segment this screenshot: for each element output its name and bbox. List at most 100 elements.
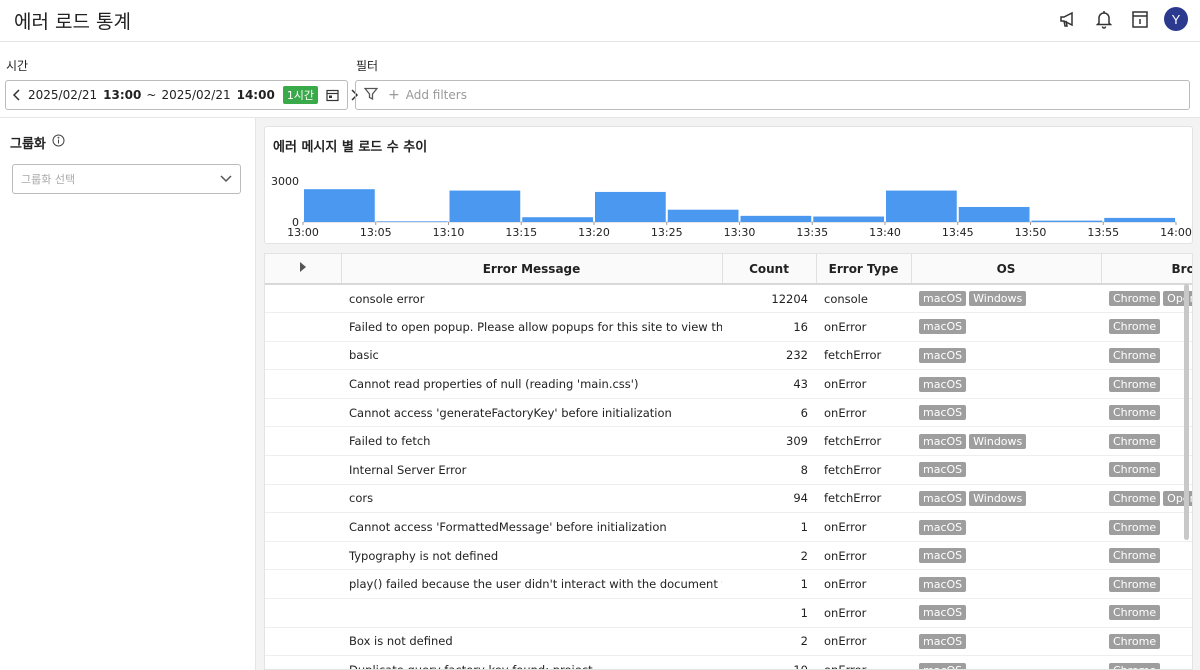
browser-chip: Chrome <box>1109 347 1161 363</box>
error-message-cell: Cannot access 'generateFactoryKey' befor… <box>341 398 722 428</box>
browser-chip: Chrome <box>1109 319 1161 335</box>
os-cell: macOS <box>911 598 1101 628</box>
error-type-cell: onError <box>816 541 911 571</box>
table-row[interactable]: 1 onError macOS Chrome <box>265 598 1192 628</box>
chevron-left-icon[interactable] <box>12 89 22 101</box>
x-tick-label: 13:10 <box>433 226 465 239</box>
filter-input[interactable] <box>405 88 706 102</box>
count-cell: 2 <box>722 627 816 657</box>
expand-cell[interactable] <box>265 598 341 628</box>
archive-icon[interactable] <box>1128 7 1152 31</box>
range-separator: ~ <box>146 88 157 102</box>
time-label: 시간 <box>6 59 29 73</box>
expand-cell[interactable] <box>265 455 341 485</box>
error-type-cell: onError <box>816 655 911 669</box>
expand-cell[interactable] <box>265 512 341 542</box>
error-type-cell: onError <box>816 369 911 399</box>
count-cell: 309 <box>722 426 816 457</box>
chevron-down-icon <box>220 173 232 186</box>
browser-cell: Chrome Oper <box>1101 484 1192 514</box>
error-type-cell: onError <box>816 512 911 542</box>
expand-all-header[interactable] <box>265 254 342 285</box>
table-row[interactable]: Internal Server Error 8 fetchError macOS Chr… <box>265 455 1192 485</box>
error-message-cell: Internal Server Error <box>341 455 722 485</box>
table-row[interactable]: Duplicate query factory key found: proje… <box>265 655 1192 669</box>
expand-cell[interactable] <box>265 284 341 314</box>
table-row[interactable]: Failed to open popup. Please allow popup… <box>265 312 1192 342</box>
table-row[interactable]: Failed to fetch 309 fetchError macOS Windows… <box>265 426 1192 457</box>
expand-cell[interactable] <box>265 369 341 399</box>
x-tick-label: 13:05 <box>360 226 392 239</box>
chart-bar[interactable] <box>376 221 448 222</box>
chart-bar[interactable] <box>667 209 739 222</box>
count-cell: 16 <box>722 312 816 342</box>
error-type-cell: onError <box>816 627 911 657</box>
megaphone-icon[interactable] <box>1056 7 1080 31</box>
chart-bar[interactable] <box>595 191 666 222</box>
expand-cell[interactable] <box>265 398 341 428</box>
col-header-os[interactable]: OS <box>911 254 1102 285</box>
chart-bar[interactable] <box>740 215 812 222</box>
browser-chip: Chrome <box>1109 633 1161 649</box>
table-row[interactable]: Typography is not defined 2 onError macOS Ch… <box>265 541 1192 571</box>
filter-icon <box>363 87 379 104</box>
chart-bar[interactable] <box>449 190 521 222</box>
filter-bar[interactable]: + <box>355 80 1190 110</box>
col-header-error-message[interactable]: Error Message <box>341 254 723 285</box>
table-row[interactable]: Cannot read properties of null (reading … <box>265 369 1192 399</box>
table-row[interactable]: cors 94 fetchError macOS Windows Chrome Oper <box>265 484 1192 514</box>
browser-cell: Chrome <box>1101 569 1192 600</box>
table-row[interactable]: play() failed because the user didn't in… <box>265 569 1192 600</box>
chart-bar[interactable] <box>522 217 593 222</box>
col-header-count[interactable]: Count <box>722 254 817 285</box>
count-cell: 1 <box>722 598 816 628</box>
chart-bar[interactable] <box>304 189 375 222</box>
expand-cell[interactable] <box>265 627 341 657</box>
expand-cell[interactable] <box>265 341 341 371</box>
browser-cell: Chrome Oper <box>1101 284 1192 314</box>
chart-bar[interactable] <box>886 190 957 222</box>
col-header-browser[interactable]: Bro <box>1101 254 1192 285</box>
table-row[interactable]: console error 12204 console macOS Windows Chr… <box>265 284 1192 314</box>
expand-cell[interactable] <box>265 312 341 342</box>
expand-cell[interactable] <box>265 541 341 571</box>
expand-cell[interactable] <box>265 655 341 669</box>
table-row[interactable]: Cannot access 'generateFactoryKey' befor… <box>265 398 1192 428</box>
error-type-cell: console <box>816 284 911 314</box>
error-message-cell: Failed to open popup. Please allow popup… <box>341 312 722 342</box>
col-header-error-type[interactable]: Error Type <box>816 254 912 285</box>
info-icon[interactable] <box>52 134 65 151</box>
os-chip: macOS <box>919 548 967 564</box>
chart-bar[interactable] <box>1031 220 1103 222</box>
error-type-cell: onError <box>816 569 911 600</box>
browser-cell: Chrome <box>1101 426 1192 457</box>
plus-icon: + <box>388 87 400 103</box>
count-cell: 8 <box>722 455 816 485</box>
table-scrollbar[interactable] <box>1184 284 1189 540</box>
browser-cell: Chrome <box>1101 455 1192 485</box>
calendar-icon[interactable] <box>326 89 339 102</box>
table-row[interactable]: Cannot access 'FormattedMessage' before … <box>265 512 1192 542</box>
browser-chip: Chrome <box>1109 490 1161 506</box>
os-chip: macOS <box>919 433 967 449</box>
browser-cell: Chrome <box>1101 655 1192 669</box>
browser-cell: Chrome <box>1101 627 1192 657</box>
table-row[interactable]: basic 232 fetchError macOS Chrome <box>265 341 1192 371</box>
table-row[interactable]: Box is not defined 2 onError macOS Chrome <box>265 627 1192 657</box>
error-table: Error Message Count Error Type OS Bro co… <box>265 254 1192 669</box>
os-cell: macOS <box>911 312 1101 342</box>
os-chip: macOS <box>919 347 967 363</box>
expand-cell[interactable] <box>265 569 341 600</box>
bell-icon[interactable] <box>1092 7 1116 31</box>
chart-bar[interactable] <box>958 206 1030 222</box>
header-actions: Y <box>1056 7 1188 31</box>
chart-bar[interactable] <box>1104 217 1175 222</box>
expand-cell[interactable] <box>265 426 341 457</box>
user-avatar[interactable]: Y <box>1164 7 1188 31</box>
time-range-picker: 2025/02/21 13:00 ~ 2025/02/21 14:00 1시간 <box>5 80 359 110</box>
expand-cell[interactable] <box>265 484 341 514</box>
os-chip: Windows <box>969 433 1027 449</box>
grouping-select[interactable]: 그룹화 선택 <box>12 164 241 194</box>
chart-bar[interactable] <box>813 216 884 222</box>
error-type-cell: fetchError <box>816 455 911 485</box>
